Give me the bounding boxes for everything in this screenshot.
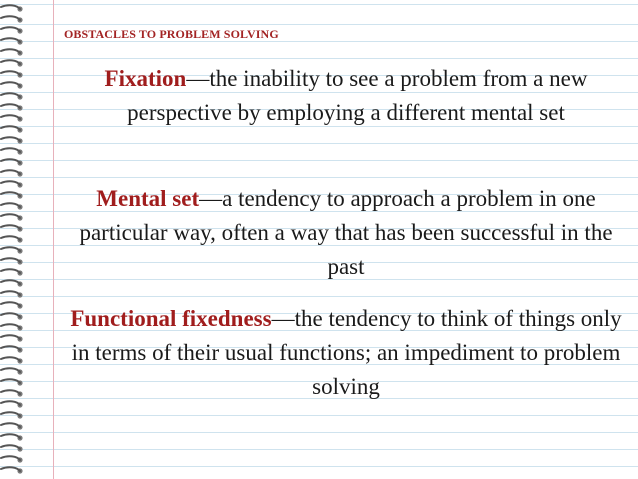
definition-functional-fixedness: Functional fixedness—the tendency to thi… (62, 302, 630, 404)
margin-line (53, 0, 54, 479)
definition-fixation: Fixation—the inability to see a problem … (62, 62, 630, 130)
definition-mental-set: Mental set—a tendency to approach a prob… (62, 182, 630, 284)
slide-title: OBSTACLES TO PROBLEM SOLVING (64, 27, 279, 41)
definition-term: Functional fixedness (70, 306, 272, 331)
definition-text: —the inability to see a problem from a n… (127, 66, 588, 125)
spiral-binding-icon (0, 4, 23, 474)
definition-term: Mental set (96, 186, 200, 211)
notebook-page: OBSTACLES TO PROBLEM SOLVING Fixation—th… (0, 0, 638, 479)
definition-term: Fixation (104, 66, 187, 91)
